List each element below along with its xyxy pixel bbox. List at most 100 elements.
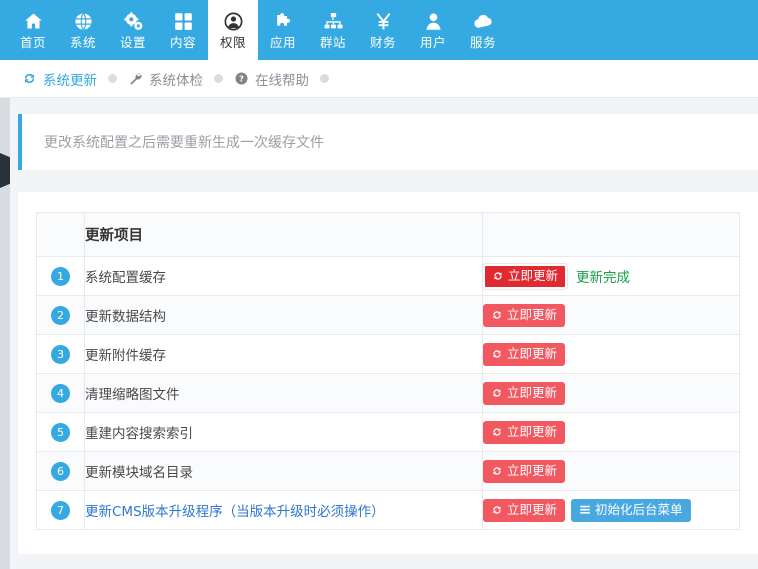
info-alert: 更改系统配置之后需要重新生成一次缓存文件 <box>18 114 758 170</box>
row-action-cell: 立即更新 <box>482 373 740 413</box>
refresh-icon <box>22 71 37 86</box>
row-item-name: 更新附件缓存 <box>84 334 483 374</box>
row-action-cell: 立即更新 更新完成 <box>481 256 740 296</box>
update-now-button[interactable]: 立即更新 <box>483 342 566 366</box>
nav-item-应用[interactable]: 应用 <box>258 0 308 60</box>
subnav-item-label: 系统更新 <box>43 72 97 89</box>
row-item-name: 更新数据结构 <box>84 295 483 335</box>
refresh-icon <box>491 465 503 477</box>
row-index-badge: 7 <box>51 500 70 520</box>
user-circle-icon <box>223 11 244 33</box>
row-item-name: 更新模块域名目录 <box>84 451 483 491</box>
row-index-badge: 5 <box>51 422 70 442</box>
table-header: 更新项目 <box>36 212 740 257</box>
subnav-item-label: 在线帮助 <box>255 72 309 89</box>
init-menu-button[interactable]: 初始化后台菜单 <box>571 498 691 522</box>
refresh-icon <box>491 426 503 438</box>
nav-item-设置[interactable]: 设置 <box>108 0 158 60</box>
grid-icon <box>173 11 194 33</box>
question-circle-icon: ? <box>234 71 249 86</box>
nav-item-label: 设置 <box>119 34 146 50</box>
button-label: 初始化后台菜单 <box>595 501 683 517</box>
row-item-name: 系统配置缓存 <box>84 256 483 296</box>
row-index-cell: 2 <box>36 295 85 335</box>
row-index-badge: 3 <box>51 344 70 364</box>
nav-item-首页[interactable]: 首页 <box>8 0 58 60</box>
row-index-cell: 7 <box>36 490 85 530</box>
nav-item-权限[interactable]: 权限 <box>208 0 258 60</box>
table-row: 4 清理缩略图文件 立即更新 <box>36 373 740 413</box>
update-table-card: 更新项目 1 系统配置缓存 立即更新 更新完成 2 更新数据结构 立即更新 3 更新附件缓存 立即… <box>18 192 758 554</box>
sidebar-collapse-handle[interactable] <box>0 153 10 188</box>
cloud-icon <box>473 11 494 33</box>
list-icon <box>579 504 591 516</box>
row-index-cell: 1 <box>36 256 85 296</box>
nav-item-财务[interactable]: 财务 <box>358 0 408 60</box>
table-row: 7 更新CMS版本升级程序（当版本升级时必须操作） 立即更新 初始化后台菜单 <box>36 490 740 530</box>
row-item-name: 清理缩略图文件 <box>84 373 483 413</box>
table-row: 3 更新附件缓存 立即更新 <box>36 334 740 374</box>
refresh-icon <box>491 348 503 360</box>
nav-item-服务[interactable]: 服务 <box>458 0 508 60</box>
subnav-item-系统体检[interactable]: 系统体检 <box>128 69 203 89</box>
column-header-item: 更新项目 <box>84 212 483 257</box>
row-index-badge: 6 <box>51 461 70 481</box>
button-label: 立即更新 <box>507 345 558 361</box>
nav-item-label: 系统 <box>69 34 96 50</box>
alert-message: 更改系统配置之后需要重新生成一次缓存文件 <box>44 135 324 151</box>
row-index-badge: 4 <box>51 383 70 403</box>
row-index-badge: 2 <box>51 305 70 325</box>
update-now-button[interactable]: 立即更新 <box>481 262 569 290</box>
refresh-icon <box>491 309 503 321</box>
row-index-badge: 1 <box>51 266 70 286</box>
update-table: 更新项目 1 系统配置缓存 立即更新 更新完成 2 更新数据结构 立即更新 3 更新附件缓存 立即… <box>36 212 740 530</box>
home-icon <box>23 11 44 33</box>
row-action-cell: 立即更新 <box>482 451 740 491</box>
row-index-cell: 4 <box>36 373 85 413</box>
refresh-icon <box>492 270 504 282</box>
nav-item-label: 服务 <box>469 34 496 50</box>
refresh-icon <box>491 387 503 399</box>
button-label: 立即更新 <box>507 423 558 439</box>
subnav-item-在线帮助[interactable]: ? 在线帮助 <box>234 69 309 89</box>
table-row: 1 系统配置缓存 立即更新 更新完成 <box>36 256 740 296</box>
nav-item-内容[interactable]: 内容 <box>158 0 208 60</box>
user-icon <box>423 11 444 33</box>
subnav-separator-dot <box>320 74 329 83</box>
row-action-cell: 立即更新 <box>482 295 740 335</box>
nav-item-label: 群站 <box>319 34 346 50</box>
button-label: 立即更新 <box>507 306 558 322</box>
page-body: 更改系统配置之后需要重新生成一次缓存文件 更新项目 1 系统配置缓存 立即更新 更新完… <box>0 98 758 569</box>
update-now-button[interactable]: 立即更新 <box>483 303 566 327</box>
nav-item-label: 内容 <box>169 34 196 50</box>
table-row: 6 更新模块域名目录 立即更新 <box>36 451 740 491</box>
subnav-item-系统更新[interactable]: 系统更新 <box>22 69 97 89</box>
subnav-separator-dot <box>214 74 223 83</box>
top-navigation-bar: 首页 系统 设置 内容 权限 应用 群站 财务 用户 服务 <box>0 0 758 60</box>
svg-text:?: ? <box>239 73 244 83</box>
content-area: 更改系统配置之后需要重新生成一次缓存文件 更新项目 1 系统配置缓存 立即更新 更新完… <box>18 98 758 569</box>
button-label: 立即更新 <box>507 462 558 478</box>
row-index-cell: 6 <box>36 451 85 491</box>
column-header-action <box>482 212 740 257</box>
globe-icon <box>73 11 94 33</box>
table-row: 2 更新数据结构 立即更新 <box>36 295 740 335</box>
column-header-index <box>36 212 85 257</box>
nav-item-用户[interactable]: 用户 <box>408 0 458 60</box>
update-now-button[interactable]: 立即更新 <box>483 420 566 444</box>
update-now-button[interactable]: 立即更新 <box>483 459 566 483</box>
refresh-icon <box>491 504 503 516</box>
nav-item-系统[interactable]: 系统 <box>58 0 108 60</box>
button-label: 立即更新 <box>507 384 558 400</box>
update-now-button[interactable]: 立即更新 <box>483 381 566 405</box>
table-body: 1 系统配置缓存 立即更新 更新完成 2 更新数据结构 立即更新 3 更新附件缓存 立即更新 4 清理… <box>36 256 740 530</box>
row-item-link[interactable]: 更新CMS版本升级程序（当版本升级时必须操作） <box>84 490 483 530</box>
table-header-row: 更新项目 <box>36 212 740 257</box>
nav-item-label: 首页 <box>19 34 46 50</box>
update-now-button[interactable]: 立即更新 <box>483 498 566 522</box>
nav-item-label: 权限 <box>219 34 246 50</box>
row-index-cell: 5 <box>36 412 85 452</box>
row-action-cell: 立即更新 <box>482 412 740 452</box>
subnav-item-label: 系统体检 <box>149 72 203 89</box>
nav-item-群站[interactable]: 群站 <box>308 0 358 60</box>
